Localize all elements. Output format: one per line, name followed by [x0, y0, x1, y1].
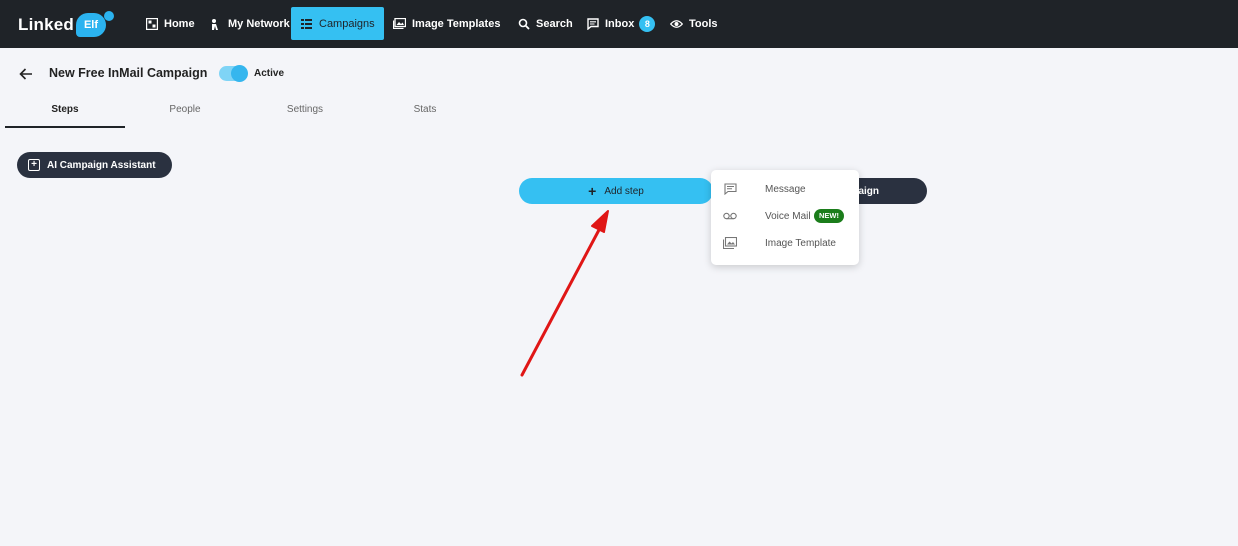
- logo-badge: Elf: [76, 11, 114, 37]
- logo[interactable]: Linked Elf: [18, 10, 114, 40]
- nav-inbox[interactable]: Inbox 8: [577, 7, 664, 40]
- nav-image-templates-label: Image Templates: [412, 17, 501, 30]
- eye-icon: [670, 17, 683, 30]
- campaigns-icon: [300, 17, 313, 30]
- nav-home[interactable]: Home: [136, 7, 204, 40]
- new-badge: NEW!: [814, 209, 844, 223]
- logo-text: Linked: [18, 15, 74, 34]
- nav-inbox-label: Inbox: [605, 17, 635, 30]
- add-step-button[interactable]: + Add step: [519, 178, 713, 204]
- inbox-count-badge: 8: [639, 15, 656, 32]
- inbox-icon: [586, 17, 599, 30]
- tab-settings[interactable]: Settings: [245, 96, 365, 128]
- add-step-label: Add step: [604, 185, 644, 197]
- menu-item-image-template-label: Image Template: [765, 237, 836, 249]
- nav-my-network-label: My Network: [228, 17, 290, 30]
- plus-icon: +: [588, 183, 597, 199]
- nav-tools[interactable]: Tools: [661, 7, 727, 40]
- nav-my-network[interactable]: My Network: [200, 7, 299, 40]
- back-arrow-icon[interactable]: [17, 65, 35, 83]
- step-type-menu: Message Voice Mail NEW! Image Template: [711, 170, 859, 265]
- network-icon: [209, 17, 222, 30]
- nav-tools-label: Tools: [689, 17, 718, 30]
- nav-home-label: Home: [164, 17, 195, 30]
- ai-campaign-assistant-button[interactable]: + AI Campaign Assistant: [17, 152, 172, 178]
- menu-item-voice-mail-label: Voice Mail: [765, 210, 811, 222]
- campaign-active-toggle[interactable]: [219, 65, 248, 82]
- menu-item-message-label: Message: [765, 183, 806, 195]
- menu-item-voice-mail[interactable]: Voice Mail NEW!: [711, 203, 859, 229]
- top-nav: Linked Elf Home My Network Campaigns Ima…: [0, 0, 1238, 48]
- campaign-action-label-fragment: aign: [858, 185, 879, 197]
- toggle-knob: [231, 65, 248, 82]
- nav-campaigns-label: Campaigns: [319, 17, 375, 30]
- nav-campaigns[interactable]: Campaigns: [291, 7, 384, 40]
- image-icon: [393, 17, 406, 30]
- message-icon: [723, 183, 737, 195]
- tab-stats[interactable]: Stats: [365, 96, 485, 128]
- plus-box-icon: +: [28, 159, 40, 171]
- nav-search-label: Search: [536, 17, 573, 30]
- tab-steps[interactable]: Steps: [5, 96, 125, 128]
- ai-assistant-label: AI Campaign Assistant: [47, 159, 156, 171]
- campaign-status-label: Active: [254, 68, 285, 79]
- nav-image-templates[interactable]: Image Templates: [384, 7, 509, 40]
- image-template-icon: [723, 237, 737, 249]
- menu-item-message[interactable]: Message: [711, 176, 859, 202]
- home-icon: [145, 17, 158, 30]
- tab-people[interactable]: People: [125, 96, 245, 128]
- voicemail-icon: [723, 210, 737, 222]
- annotation-arrow: [520, 210, 609, 377]
- search-icon: [517, 17, 530, 30]
- nav-search[interactable]: Search: [508, 7, 582, 40]
- menu-item-image-template[interactable]: Image Template: [711, 230, 859, 256]
- campaign-title: New Free InMail Campaign: [49, 66, 208, 80]
